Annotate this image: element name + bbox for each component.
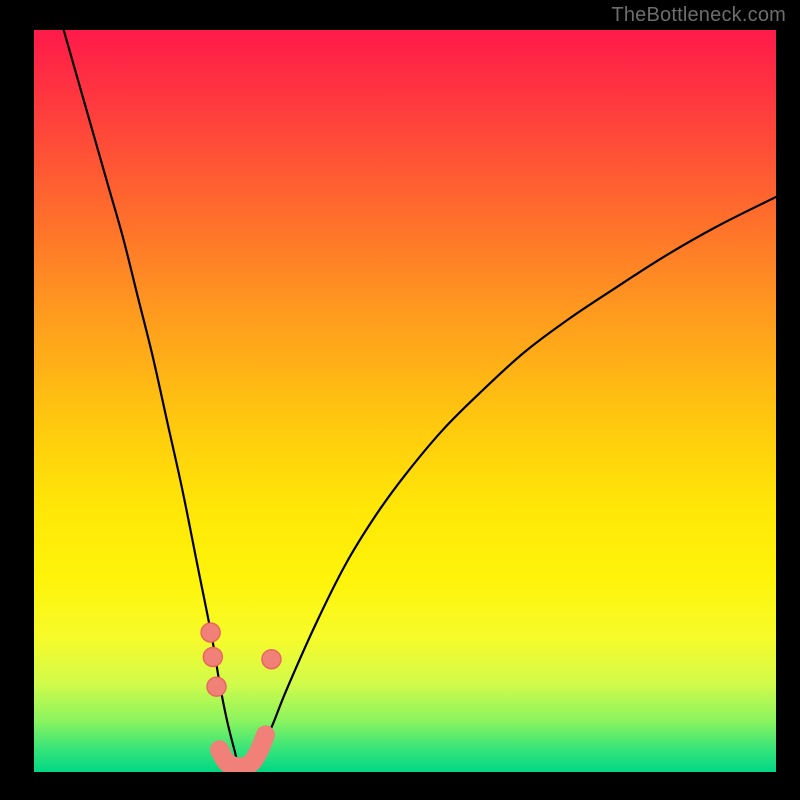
bottleneck-dot: [262, 650, 281, 669]
bottleneck-band: [220, 735, 266, 767]
chart-frame: TheBottleneck.com: [0, 0, 800, 800]
chart-svg: [34, 30, 776, 772]
bottleneck-curve: [64, 30, 776, 770]
bottleneck-dot: [201, 623, 220, 642]
bottleneck-dot: [203, 647, 222, 666]
bottleneck-dots: [201, 623, 281, 696]
bottleneck-dot: [207, 677, 226, 696]
watermark-label: TheBottleneck.com: [611, 4, 786, 27]
plot-area: [34, 30, 776, 772]
